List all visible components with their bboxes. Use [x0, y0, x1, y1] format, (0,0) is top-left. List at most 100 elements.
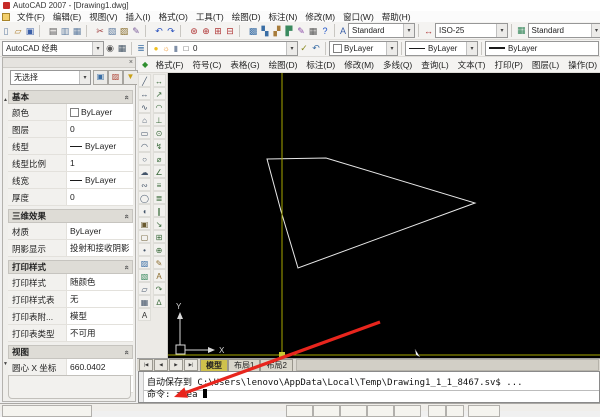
- menu-item[interactable]: 多线(Q): [378, 59, 416, 71]
- radius-icon[interactable]: ⊙: [152, 126, 166, 139]
- undo-icon[interactable]: ↶: [153, 24, 165, 38]
- property-value[interactable]: 不可用: [67, 325, 133, 341]
- quickcalc-icon[interactable]: ▦: [307, 24, 319, 38]
- text-icon[interactable]: A: [138, 308, 151, 321]
- polyline-icon[interactable]: ∿: [138, 100, 151, 113]
- menu-item[interactable]: 格式(F): [151, 59, 188, 71]
- tab-next-button[interactable]: ▶: [169, 359, 183, 371]
- layer-color-swatch-icon[interactable]: □: [181, 43, 191, 54]
- status-toggle-button[interactable]: [313, 405, 340, 417]
- menu-item[interactable]: 绘图(D): [264, 59, 302, 71]
- menu-item[interactable]: 操作(D): [564, 59, 600, 71]
- status-toggle-button[interactable]: [468, 405, 500, 417]
- dimension-edit-icon[interactable]: ✎: [152, 256, 166, 269]
- status-toggle-button[interactable]: [340, 405, 367, 417]
- menu-item[interactable]: 工具(T): [192, 11, 228, 23]
- point-icon[interactable]: •: [138, 243, 151, 256]
- pickadd-toggle-button[interactable]: ▣: [93, 70, 108, 85]
- menu-item[interactable]: 符号(C): [188, 59, 226, 71]
- make-block-icon[interactable]: ▢: [138, 230, 151, 243]
- arc-icon[interactable]: ◠: [138, 139, 151, 152]
- tab-first-button[interactable]: |◀: [139, 359, 153, 371]
- chevron-down-icon[interactable]: ▾: [92, 41, 103, 55]
- baseline-icon[interactable]: ≣: [152, 191, 166, 204]
- revision-cloud-icon[interactable]: ☁: [138, 165, 151, 178]
- aligned-dimension-icon[interactable]: ↗: [152, 87, 166, 100]
- workspace-settings-icon[interactable]: ◉: [104, 41, 116, 55]
- redo-icon[interactable]: ↷: [165, 24, 177, 38]
- chevron-down-icon[interactable]: ▾: [403, 24, 415, 37]
- separator[interactable]: [180, 24, 186, 37]
- chevron-down-icon[interactable]: ▾: [496, 24, 508, 37]
- linetype-combo[interactable]: ByLayer ▾: [405, 40, 478, 56]
- layout-tab[interactable]: 布局1: [228, 359, 261, 371]
- palette-section-header[interactable]: 基本 «: [8, 90, 133, 104]
- property-value[interactable]: 0: [67, 121, 133, 137]
- menu-item[interactable]: 标注(N): [265, 11, 302, 23]
- layout-tab[interactable]: 模型: [200, 359, 228, 371]
- circle-icon[interactable]: ○: [138, 152, 151, 165]
- rectangle-icon[interactable]: ▭: [138, 126, 151, 139]
- menu-item[interactable]: 插入(I): [122, 11, 155, 23]
- make-object-layer-current-icon[interactable]: ✓: [298, 41, 310, 55]
- copy-icon[interactable]: ▧: [106, 24, 118, 38]
- zoom-window-icon[interactable]: ⊞: [212, 24, 224, 38]
- dim-style-combo[interactable]: ISO-25 ▾: [435, 23, 509, 38]
- dimension-style-icon[interactable]: ∆: [152, 295, 166, 308]
- property-value[interactable]: 1: [67, 155, 133, 171]
- close-icon[interactable]: ×: [129, 59, 133, 67]
- match-properties-icon[interactable]: ✎: [130, 24, 142, 38]
- drawing-canvas[interactable]: X Y: [168, 73, 600, 358]
- chevron-down-icon[interactable]: ▾: [466, 41, 477, 55]
- designcenter-icon[interactable]: ▚: [259, 24, 271, 38]
- new-file-icon[interactable]: ▯: [0, 24, 12, 38]
- plot-icon[interactable]: ▤: [47, 24, 59, 38]
- menu-item[interactable]: 绘图(D): [228, 11, 265, 23]
- ellipse-arc-icon[interactable]: ◖: [138, 204, 151, 217]
- command-input-line[interactable]: 命令: area: [144, 384, 599, 402]
- quick-select-button[interactable]: ▨: [108, 70, 123, 85]
- diameter-icon[interactable]: ⌀: [152, 152, 166, 165]
- dimension-text-edit-icon[interactable]: A: [152, 269, 166, 282]
- menu-item[interactable]: 修改(M): [301, 11, 339, 23]
- center-mark-icon[interactable]: ⊕: [152, 243, 166, 256]
- layer-freeze-sun-icon[interactable]: ☼: [161, 43, 171, 54]
- menu-item[interactable]: 文本(T): [453, 59, 490, 71]
- separator[interactable]: [86, 24, 92, 37]
- chevron-down-icon[interactable]: ▾: [590, 24, 600, 37]
- line-icon[interactable]: ╱: [138, 74, 151, 87]
- menu-item[interactable]: 文件(F): [13, 11, 49, 23]
- sheet-set-manager-icon[interactable]: ▛: [283, 24, 295, 38]
- collapse-chevron-icon[interactable]: «: [122, 350, 131, 354]
- palette-section-header[interactable]: 三维效果 «: [8, 209, 133, 223]
- cut-icon[interactable]: ✂: [94, 24, 106, 38]
- property-value[interactable]: 投射和接收阴影: [67, 240, 133, 256]
- table-icon[interactable]: ▦: [138, 295, 151, 308]
- palette-section-header[interactable]: 视图 «: [8, 345, 133, 359]
- ordinate-icon[interactable]: ⊥: [152, 113, 166, 126]
- menu-item[interactable]: 修改(M): [340, 59, 379, 71]
- quick-dimension-icon[interactable]: ≡: [152, 178, 166, 191]
- layer-lock-icon[interactable]: ▮: [171, 43, 181, 54]
- menu-item[interactable]: 打印(P): [490, 59, 527, 71]
- polygon-icon[interactable]: ⌂: [138, 113, 151, 126]
- menu-item[interactable]: 表格(G): [226, 59, 264, 71]
- help-icon[interactable]: ?: [319, 24, 331, 38]
- select-objects-button[interactable]: ▼: [123, 70, 138, 85]
- workspace-save-icon[interactable]: ▦: [116, 41, 128, 55]
- zoom-previous-icon[interactable]: ⊟: [224, 24, 236, 38]
- property-value[interactable]: 660.0402: [67, 359, 133, 375]
- collapse-chevron-icon[interactable]: «: [122, 265, 131, 269]
- chevron-down-icon[interactable]: ▾: [286, 41, 297, 55]
- table-style-combo[interactable]: Standard ▾: [527, 23, 600, 38]
- hatch-icon[interactable]: ▨: [138, 256, 151, 269]
- construction-line-icon[interactable]: ↔: [138, 87, 151, 100]
- palette-section-header[interactable]: 打印样式 «: [8, 260, 133, 274]
- arc-length-icon[interactable]: ◠: [152, 100, 166, 113]
- ellipse-icon[interactable]: ◯: [138, 191, 151, 204]
- separator[interactable]: [239, 24, 245, 37]
- menu-item[interactable]: 格式(O): [155, 11, 192, 23]
- status-toggle-button[interactable]: [367, 405, 394, 417]
- menu-item[interactable]: 视图(V): [85, 11, 121, 23]
- property-value[interactable]: ByLayer: [67, 172, 133, 188]
